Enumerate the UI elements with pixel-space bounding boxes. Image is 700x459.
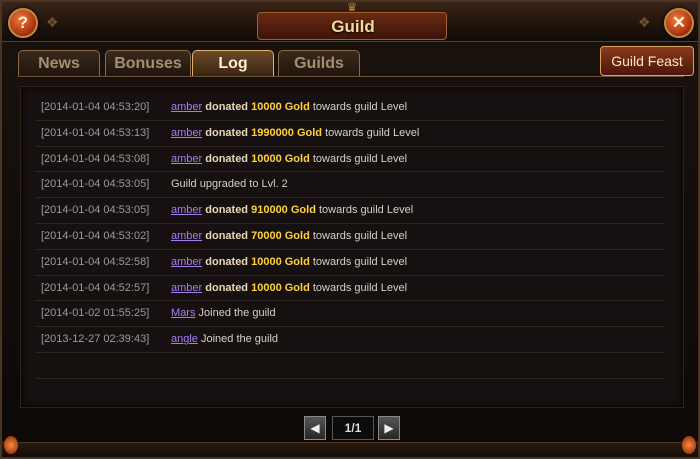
log-list: [2014-01-04 04:53:20] amber donated 10000… (35, 95, 665, 379)
guild-window: ❖ ❖ Guild ♛ ? ✕ News Bonuses Log Guilds … (0, 0, 700, 459)
log-verb: donated (205, 229, 249, 242)
title-plate: Guild (257, 12, 447, 40)
log-row: [2014-01-04 04:53:20] amber donated 10000… (35, 95, 665, 121)
log-verb: donated (205, 281, 249, 294)
log-message: Joined the guild (200, 333, 279, 346)
log-verb: donated (205, 101, 249, 113)
log-message: towards guild Level (312, 229, 408, 242)
gold-amount: 10000 Gold (251, 255, 310, 268)
log-timestamp: [2014-01-04 04:52:58] (41, 255, 150, 268)
log-timestamp: [2013-12-27 02:39:43] (41, 333, 150, 346)
log-message: towards guild Level (312, 281, 408, 294)
ornament-left-icon: ❖ (46, 14, 59, 30)
window-title: Guild (331, 17, 375, 36)
log-timestamp: [2014-01-04 04:53:13] (41, 126, 150, 139)
empty-row (35, 353, 665, 379)
log-verb: donated (205, 204, 249, 217)
log-row: [2014-01-04 04:53:05] amber donated 91000… (35, 198, 665, 224)
prev-page-button[interactable]: ◀ (304, 416, 326, 440)
gold-amount: 10000 Gold (251, 152, 310, 165)
page-indicator: 1/1 (332, 416, 374, 440)
log-row: [2014-01-04 04:53:08] amber donated 10000… (35, 147, 665, 173)
log-row: [2014-01-04 04:53:02] amber donated 70000… (35, 224, 665, 250)
tab-log[interactable]: Log (192, 50, 274, 76)
triangle-left-icon: ◀ (310, 421, 320, 435)
log-verb: donated (205, 126, 249, 139)
log-verb: donated (205, 255, 249, 268)
log-row: [2013-12-27 02:39:43] angle Joined the gu… (35, 327, 665, 353)
log-row: [2014-01-02 01:55:25] Mars Joined the gui… (35, 301, 665, 328)
guild-feast-button[interactable]: Guild Feast (600, 46, 694, 76)
log-verb: donated (205, 152, 249, 165)
log-message: towards guild Level (312, 255, 408, 268)
corner-gem-icon (682, 436, 696, 454)
member-name-link[interactable]: amber (171, 127, 202, 139)
log-message: towards guild Level (325, 126, 420, 139)
member-name-link[interactable]: amber (171, 204, 202, 216)
member-name-link[interactable]: amber (171, 230, 202, 242)
log-timestamp: [2014-01-04 04:53:05] (41, 178, 150, 191)
gold-amount: 70000 Gold (251, 229, 310, 242)
next-page-button[interactable]: ▶ (378, 416, 400, 440)
crest-icon: ♛ (346, 0, 358, 14)
log-message: towards guild Level (312, 101, 408, 113)
log-message: towards guild Level (318, 204, 414, 217)
log-timestamp: [2014-01-04 04:52:57] (41, 281, 150, 294)
corner-gem-icon (4, 436, 18, 454)
gold-amount: 10000 Gold (251, 101, 310, 113)
close-icon: ✕ (671, 13, 687, 32)
log-message: Joined the guild (198, 307, 276, 320)
ornament-right-icon: ❖ (638, 14, 651, 30)
log-timestamp: [2014-01-04 04:53:02] (41, 229, 150, 242)
title-bar: ❖ ❖ Guild ♛ ? ✕ (2, 0, 698, 42)
pager: ◀ 1/1 ▶ (304, 416, 400, 440)
log-timestamp: [2014-01-04 04:53:08] (41, 152, 150, 165)
log-row: [2014-01-04 04:52:58] amber donated 10000… (35, 250, 665, 276)
tab-guilds[interactable]: Guilds (278, 50, 360, 76)
gold-amount: 910000 Gold (251, 204, 316, 217)
log-message: Guild upgraded to Lvl. 2 (171, 178, 288, 191)
log-timestamp: [2014-01-04 04:53:20] (41, 101, 150, 113)
tab-bar: News Bonuses Log Guilds Guild Feast (16, 46, 694, 76)
log-row: [2014-01-04 04:53:13] amber donated 19900… (35, 121, 665, 147)
log-message: towards guild Level (312, 152, 408, 165)
log-row: [2014-01-04 04:53:05] Guild upgraded to L… (35, 172, 665, 199)
tab-news[interactable]: News (18, 50, 100, 76)
help-icon: ? (17, 13, 29, 32)
tab-bonuses[interactable]: Bonuses (105, 50, 191, 76)
member-name-link[interactable]: Mars (171, 307, 195, 319)
log-timestamp: [2014-01-02 01:55:25] (41, 307, 150, 320)
triangle-right-icon: ▶ (384, 421, 394, 435)
member-name-link[interactable]: angle (171, 333, 198, 345)
member-name-link[interactable]: amber (171, 256, 202, 268)
log-timestamp: [2014-01-04 04:53:05] (41, 204, 150, 217)
bottom-frame (2, 442, 698, 457)
log-row: [2014-01-04 04:52:57] amber donated 10000… (35, 276, 665, 302)
gold-amount: 10000 Gold (251, 281, 310, 294)
member-name-link[interactable]: amber (171, 153, 202, 165)
help-button[interactable]: ? (8, 8, 38, 38)
gold-amount: 1990000 Gold (251, 126, 323, 139)
log-panel: [2014-01-04 04:53:20] amber donated 10000… (20, 86, 684, 408)
close-button[interactable]: ✕ (664, 8, 694, 38)
tab-divider (18, 76, 684, 77)
member-name-link[interactable]: amber (171, 101, 202, 113)
member-name-link[interactable]: amber (171, 282, 202, 294)
